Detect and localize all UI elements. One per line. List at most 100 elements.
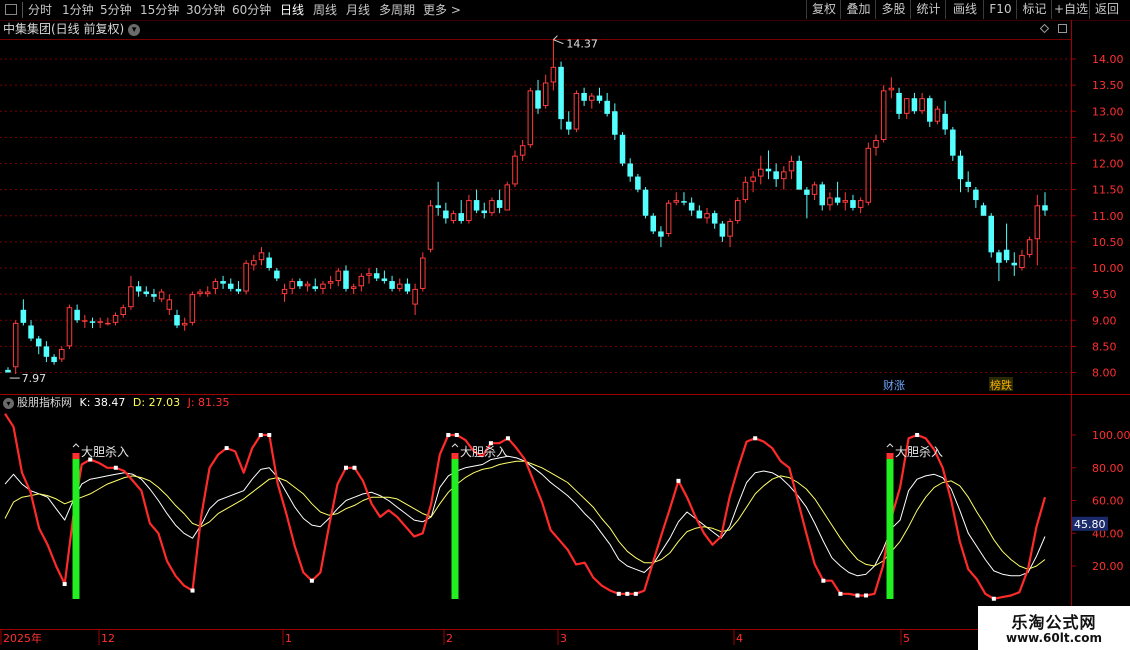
j-extreme-dot bbox=[855, 593, 860, 598]
candle-body bbox=[135, 286, 142, 292]
indicator-tick-label: 80.00 bbox=[1092, 462, 1124, 475]
candle-body bbox=[804, 189, 810, 195]
chevron-down-icon[interactable]: ▾ bbox=[128, 23, 141, 36]
j-extreme-dot bbox=[190, 588, 195, 593]
candle bbox=[573, 90, 580, 133]
candle-body bbox=[781, 171, 787, 180]
candle-body bbox=[51, 356, 57, 363]
action-button-1[interactable]: 叠加 bbox=[840, 0, 876, 19]
candle-body bbox=[120, 307, 126, 316]
candle bbox=[1019, 249, 1025, 271]
candle bbox=[973, 187, 979, 208]
candle bbox=[719, 220, 726, 242]
candle bbox=[950, 126, 956, 161]
candle-body bbox=[204, 291, 211, 295]
signal-bar bbox=[72, 455, 80, 599]
candle bbox=[35, 335, 42, 355]
candle-body bbox=[827, 197, 833, 206]
j-extreme-dot bbox=[753, 436, 758, 441]
signal-label: 大胆杀入 bbox=[460, 444, 508, 459]
diamond-icon[interactable] bbox=[1040, 24, 1049, 33]
period-tab-3[interactable]: 15分钟 bbox=[140, 2, 179, 18]
period-tab-0[interactable]: 分时 bbox=[28, 2, 52, 18]
candle bbox=[151, 288, 157, 302]
candle bbox=[289, 278, 295, 295]
candle-body bbox=[35, 338, 42, 347]
action-button-4[interactable]: 画线 bbox=[945, 0, 984, 19]
candle bbox=[819, 181, 826, 211]
candle-body bbox=[604, 100, 610, 114]
period-tab-9[interactable]: 多周期 bbox=[379, 2, 415, 18]
indicator-tick-label: 100.00 bbox=[1092, 429, 1130, 442]
period-tab-8[interactable]: 月线 bbox=[346, 2, 370, 18]
period-tab-7[interactable]: 周线 bbox=[313, 2, 337, 18]
indicator-tick-label: 20.00 bbox=[1092, 560, 1124, 573]
candle-body bbox=[381, 278, 388, 282]
period-tab-1[interactable]: 1分钟 bbox=[62, 2, 94, 18]
candle bbox=[612, 103, 618, 140]
candle-body bbox=[865, 147, 872, 203]
toolbar-divider bbox=[22, 2, 23, 18]
maximize-icon[interactable] bbox=[1058, 24, 1067, 33]
chevron-down-icon[interactable]: ▾ bbox=[3, 397, 14, 409]
signal-cap bbox=[451, 453, 459, 459]
action-button-3[interactable]: 统计 bbox=[910, 0, 946, 19]
candle-body bbox=[350, 286, 357, 289]
candle bbox=[919, 92, 925, 114]
period-tab-10[interactable]: 更多 > bbox=[423, 2, 461, 18]
candle bbox=[227, 278, 234, 292]
candle bbox=[120, 304, 126, 318]
candle-body bbox=[74, 309, 80, 321]
candle-body bbox=[734, 200, 741, 221]
candle bbox=[343, 265, 349, 292]
candle-body bbox=[535, 90, 541, 109]
candle bbox=[734, 197, 741, 224]
date-label: 1 bbox=[285, 632, 292, 645]
price-tick-label: 11.00 bbox=[1092, 210, 1124, 223]
j-extreme-dot bbox=[62, 582, 67, 587]
candle bbox=[696, 205, 703, 219]
candle-body bbox=[1042, 205, 1048, 211]
candle-body bbox=[82, 320, 88, 322]
price-tick-label: 10.50 bbox=[1092, 236, 1124, 249]
menu-icon[interactable] bbox=[5, 4, 17, 15]
j-extreme-dot bbox=[821, 578, 826, 583]
candle bbox=[12, 320, 19, 375]
indicator-axis: 100.0080.0060.0040.0020.0045.80 bbox=[1071, 429, 1130, 573]
candle-body bbox=[573, 92, 580, 130]
candle-body bbox=[973, 189, 979, 201]
candle-body bbox=[1003, 249, 1010, 261]
period-tab-2[interactable]: 5分钟 bbox=[100, 2, 132, 18]
candle bbox=[550, 39, 557, 91]
candle-body bbox=[1026, 239, 1033, 255]
price-tick-label: 12.50 bbox=[1092, 131, 1124, 144]
action-button-2[interactable]: 多股 bbox=[875, 0, 911, 19]
period-tab-4[interactable]: 30分钟 bbox=[186, 2, 225, 18]
candle bbox=[1011, 252, 1018, 276]
candle bbox=[74, 304, 80, 323]
stock-title-bar[interactable]: 中集集团(日线 前复权) ▾ bbox=[3, 21, 141, 37]
action-button-8[interactable]: 返回 bbox=[1089, 0, 1124, 19]
candle bbox=[235, 281, 242, 295]
candle-body bbox=[235, 288, 242, 292]
candle-body bbox=[427, 205, 434, 250]
candle bbox=[596, 87, 603, 104]
candle-body bbox=[304, 283, 311, 287]
candle-body bbox=[758, 168, 764, 177]
action-button-7[interactable]: +自选 bbox=[1051, 0, 1090, 19]
j-extreme-dot bbox=[224, 446, 229, 451]
candle bbox=[450, 210, 457, 224]
candle-body bbox=[89, 321, 96, 323]
action-button-0[interactable]: 复权 bbox=[806, 0, 841, 19]
candle bbox=[934, 106, 941, 125]
action-button-6[interactable]: 标记 bbox=[1016, 0, 1052, 19]
candle-body bbox=[688, 202, 695, 211]
candle-body bbox=[612, 111, 618, 135]
date-label: 4 bbox=[736, 632, 743, 645]
action-button-5[interactable]: F10 bbox=[983, 0, 1017, 19]
candle-body bbox=[396, 283, 403, 289]
candle bbox=[1003, 223, 1010, 263]
indicator-title-bar[interactable]: ▾ 股朋指标网 K: 38.47 D: 27.03 J: 81.35 bbox=[3, 396, 230, 410]
period-tab-5[interactable]: 60分钟 bbox=[232, 2, 271, 18]
period-tab-6[interactable]: 日线 bbox=[280, 2, 304, 18]
